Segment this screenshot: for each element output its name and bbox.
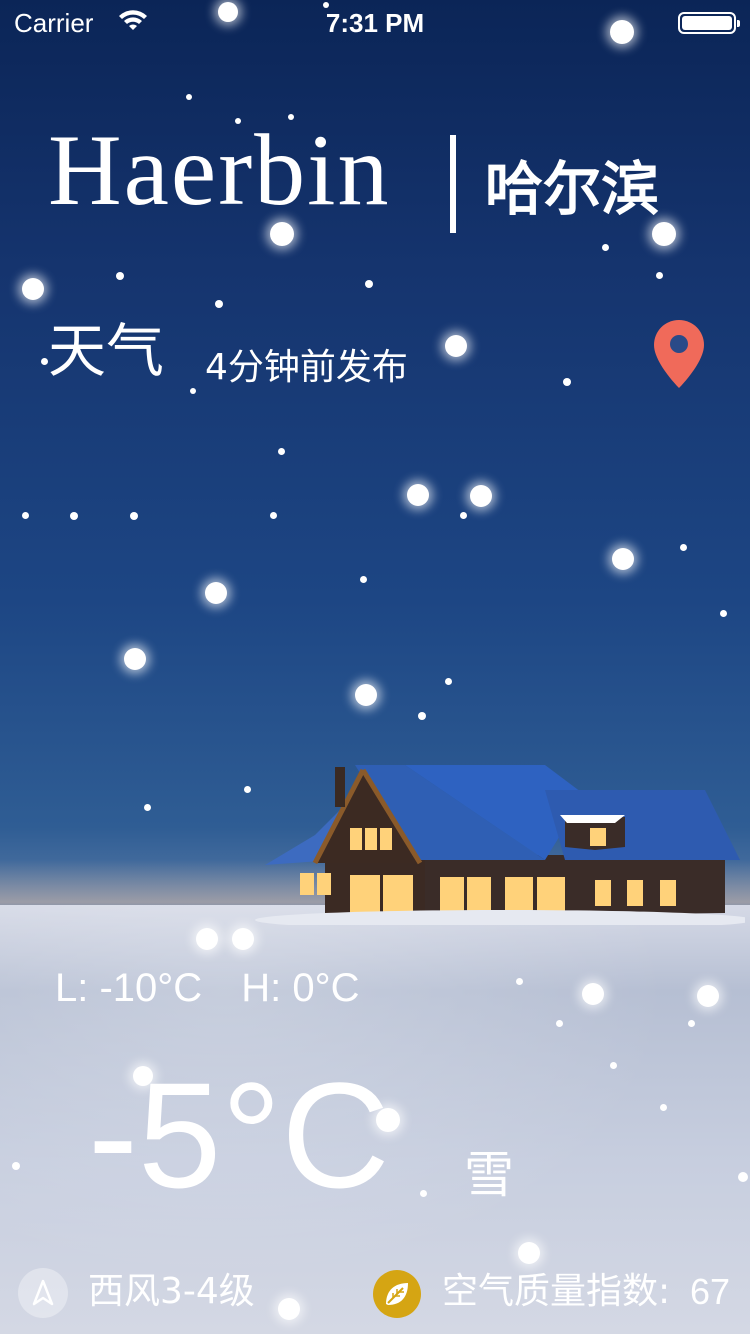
city-name-english: Haerbin [48, 114, 391, 227]
status-time: 7:31 PM [325, 8, 425, 38]
current-temperature: -5°C [88, 1051, 390, 1219]
bottom-info-bar: 西风3-4级 空气质量指数: 67 [0, 1262, 750, 1326]
temperature-range: L: -10°C H: 0°C [55, 968, 388, 1008]
map-pin-icon[interactable] [652, 318, 706, 390]
aqi-value: 67 [689, 1271, 730, 1312]
aqi-label: 空气质量指数: [442, 1271, 671, 1312]
house-illustration [255, 765, 745, 925]
city-name-chinese: 哈尔滨 [485, 155, 660, 223]
published-time: 4分钟前发布 [205, 347, 408, 388]
battery-icon [678, 12, 740, 34]
title-divider [450, 135, 456, 233]
weather-label: 天气 [48, 317, 165, 385]
wind-info: 西风3-4级 [88, 1271, 255, 1312]
low-temperature: L: -10°C [55, 966, 203, 1010]
status-bar: Carrier 7:31 PM [0, 0, 750, 48]
leaf-icon [373, 1270, 421, 1318]
navigation-arrow-icon [18, 1268, 68, 1318]
high-temperature: H: 0°C [241, 966, 360, 1010]
weather-condition: 雪 [464, 1146, 514, 1204]
